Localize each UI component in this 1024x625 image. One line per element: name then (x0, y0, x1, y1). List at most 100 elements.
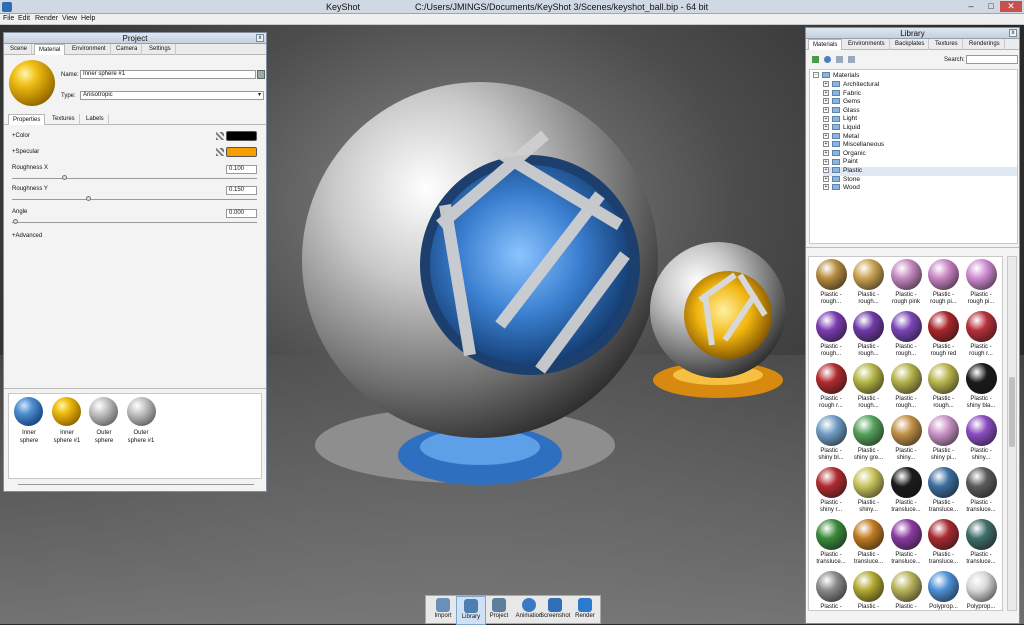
expand-icon[interactable]: + (823, 98, 829, 105)
refresh-icon[interactable] (824, 56, 831, 63)
menu-edit[interactable]: Edit (18, 15, 30, 22)
specular-swatch[interactable] (226, 147, 257, 157)
angle-slider[interactable] (12, 222, 257, 223)
menu-render[interactable]: Render (35, 15, 58, 22)
toolbar-import[interactable]: Import (428, 596, 458, 625)
tab-camera[interactable]: Camera (112, 44, 143, 55)
material-swatch[interactable]: Plastic - transluce... (813, 519, 849, 569)
tab-materials[interactable]: Materials (808, 39, 843, 50)
texture-map-icon[interactable] (216, 148, 224, 156)
expand-icon[interactable]: + (823, 158, 829, 165)
up-arrow-icon[interactable] (848, 56, 855, 63)
tab-environments[interactable]: Environments (844, 39, 890, 50)
material-swatch[interactable]: Plastic - rough... (851, 311, 887, 361)
expand-icon[interactable]: + (823, 107, 829, 114)
material-swatch[interactable]: Plastic - transluce... (888, 467, 924, 517)
material-swatch[interactable]: Plastic - rough red (926, 311, 962, 361)
color-swatch[interactable] (226, 131, 257, 141)
material-swatch[interactable]: Plastic - rough r... (813, 363, 849, 413)
scrollbar-thumb[interactable] (1009, 377, 1015, 447)
close-icon[interactable]: x (1009, 29, 1017, 37)
tree-item-gems[interactable]: + Gems (823, 98, 1017, 107)
panel-divider[interactable] (806, 247, 1019, 250)
menu-view[interactable]: View (62, 15, 77, 22)
material-swatch[interactable]: Plastic - transluce... (926, 519, 962, 569)
material-thumb-outer-sphere[interactable] (89, 397, 118, 426)
roughness-x-knob[interactable] (62, 175, 67, 180)
tree-item-light[interactable]: + Light (823, 115, 1017, 124)
angle-field[interactable]: 0.000 (226, 209, 257, 218)
minimize-button[interactable]: – (962, 1, 980, 12)
toolbar-project[interactable]: Project (484, 596, 514, 625)
material-swatch[interactable]: Plastic - rough pi... (963, 259, 999, 309)
material-swatch[interactable]: Plastic - rough... (851, 363, 887, 413)
expand-icon[interactable]: + (823, 132, 829, 139)
material-swatch[interactable]: Plastic - rough... (926, 363, 962, 413)
close-icon[interactable]: x (256, 34, 264, 42)
material-swatch[interactable]: Plastic - transluce... (926, 467, 962, 517)
material-swatch[interactable]: Plastic - transluce... (888, 519, 924, 569)
material-swatch[interactable]: Plastic - transluce... (851, 519, 887, 569)
panel-divider[interactable] (4, 388, 266, 391)
tree-item-liquid[interactable]: + Liquid (823, 124, 1017, 133)
tree-item-materials[interactable]: − Materials (813, 72, 859, 81)
expand-icon[interactable]: + (823, 175, 829, 182)
material-swatch[interactable]: Plastic - transluce... (963, 519, 999, 569)
material-thumb-outer-sphere-1[interactable] (127, 397, 156, 426)
material-swatch[interactable]: Plastic - shiny... (851, 467, 887, 517)
subtab-properties[interactable]: Properties (8, 114, 46, 125)
material-swatch[interactable]: Plastic - rough... (851, 259, 887, 309)
material-swatch[interactable]: Plastic - shiny bl... (813, 415, 849, 465)
tree-item-plastic[interactable]: + Plastic (823, 166, 1017, 176)
material-swatch[interactable]: Plastic - (813, 571, 849, 610)
roughness-y-field[interactable]: 0.150 (226, 186, 257, 195)
tree-item-metal[interactable]: + Metal (823, 133, 1017, 142)
material-thumb-inner-sphere-1[interactable] (52, 397, 81, 426)
tree-item-glass[interactable]: + Glass (823, 107, 1017, 116)
menu-help[interactable]: Help (81, 15, 95, 22)
roughness-x-field[interactable]: 0.100 (226, 165, 257, 174)
material-swatch[interactable]: Plastic - rough pink (888, 259, 924, 309)
tab-backplates[interactable]: Backplates (891, 39, 930, 50)
search-input[interactable] (966, 55, 1018, 64)
material-type-select[interactable]: Anisotropic ▾ (80, 91, 264, 100)
toolbar-screenshot[interactable]: Screenshot (540, 596, 570, 625)
tree-item-stone[interactable]: + Stone (823, 176, 1017, 185)
material-swatch[interactable]: Plastic - transluce... (963, 467, 999, 517)
material-swatch[interactable]: Polyprop... (926, 571, 962, 610)
tab-renderings[interactable]: Renderings (965, 39, 1005, 50)
tree-item-miscellaneous[interactable]: + Miscellaneous (823, 141, 1017, 150)
material-swatch[interactable]: Plastic - rough pi... (926, 259, 962, 309)
material-swatch[interactable]: Plastic - rough... (813, 259, 849, 309)
import-icon[interactable] (812, 56, 819, 63)
specular-label[interactable]: +Specular (12, 149, 39, 155)
color-label[interactable]: +Color (12, 133, 30, 139)
material-swatch[interactable]: Polyprop... (963, 571, 999, 610)
expand-icon[interactable]: + (823, 124, 829, 131)
texture-map-icon[interactable] (216, 132, 224, 140)
thumb-size-slider[interactable] (18, 484, 254, 485)
material-swatch[interactable]: Plastic - shiny... (888, 415, 924, 465)
toolbar-library[interactable]: Library (456, 596, 486, 625)
close-button[interactable]: ✕ (1000, 1, 1022, 12)
material-swatch[interactable]: Plastic - shiny... (963, 415, 999, 465)
tab-environment[interactable]: Environment (68, 44, 111, 55)
material-swatch[interactable]: Plastic - rough r... (963, 311, 999, 361)
tree-item-architectural[interactable]: + Architectural (823, 81, 1017, 90)
material-swatch[interactable]: Plastic - shiny bla... (963, 363, 999, 413)
material-swatch[interactable]: Plastic - rough... (888, 311, 924, 361)
material-name-field[interactable]: Inner sphere #1 (80, 70, 256, 79)
material-swatch[interactable]: Plastic - shiny r... (813, 467, 849, 517)
roughness-x-slider[interactable] (12, 178, 257, 179)
material-swatch[interactable]: Plastic - (888, 571, 924, 610)
expand-icon[interactable]: + (823, 184, 829, 191)
maximize-button[interactable]: □ (982, 1, 1000, 12)
expand-icon[interactable]: + (823, 141, 829, 148)
expand-icon[interactable]: + (823, 150, 829, 157)
material-swatch[interactable]: Plastic - rough... (813, 311, 849, 361)
grid-scrollbar[interactable] (1007, 256, 1017, 611)
down-arrow-icon[interactable] (836, 56, 843, 63)
save-icon[interactable] (257, 70, 265, 79)
material-swatch[interactable]: Plastic - shiny pi... (926, 415, 962, 465)
tree-item-organic[interactable]: + Organic (823, 150, 1017, 159)
